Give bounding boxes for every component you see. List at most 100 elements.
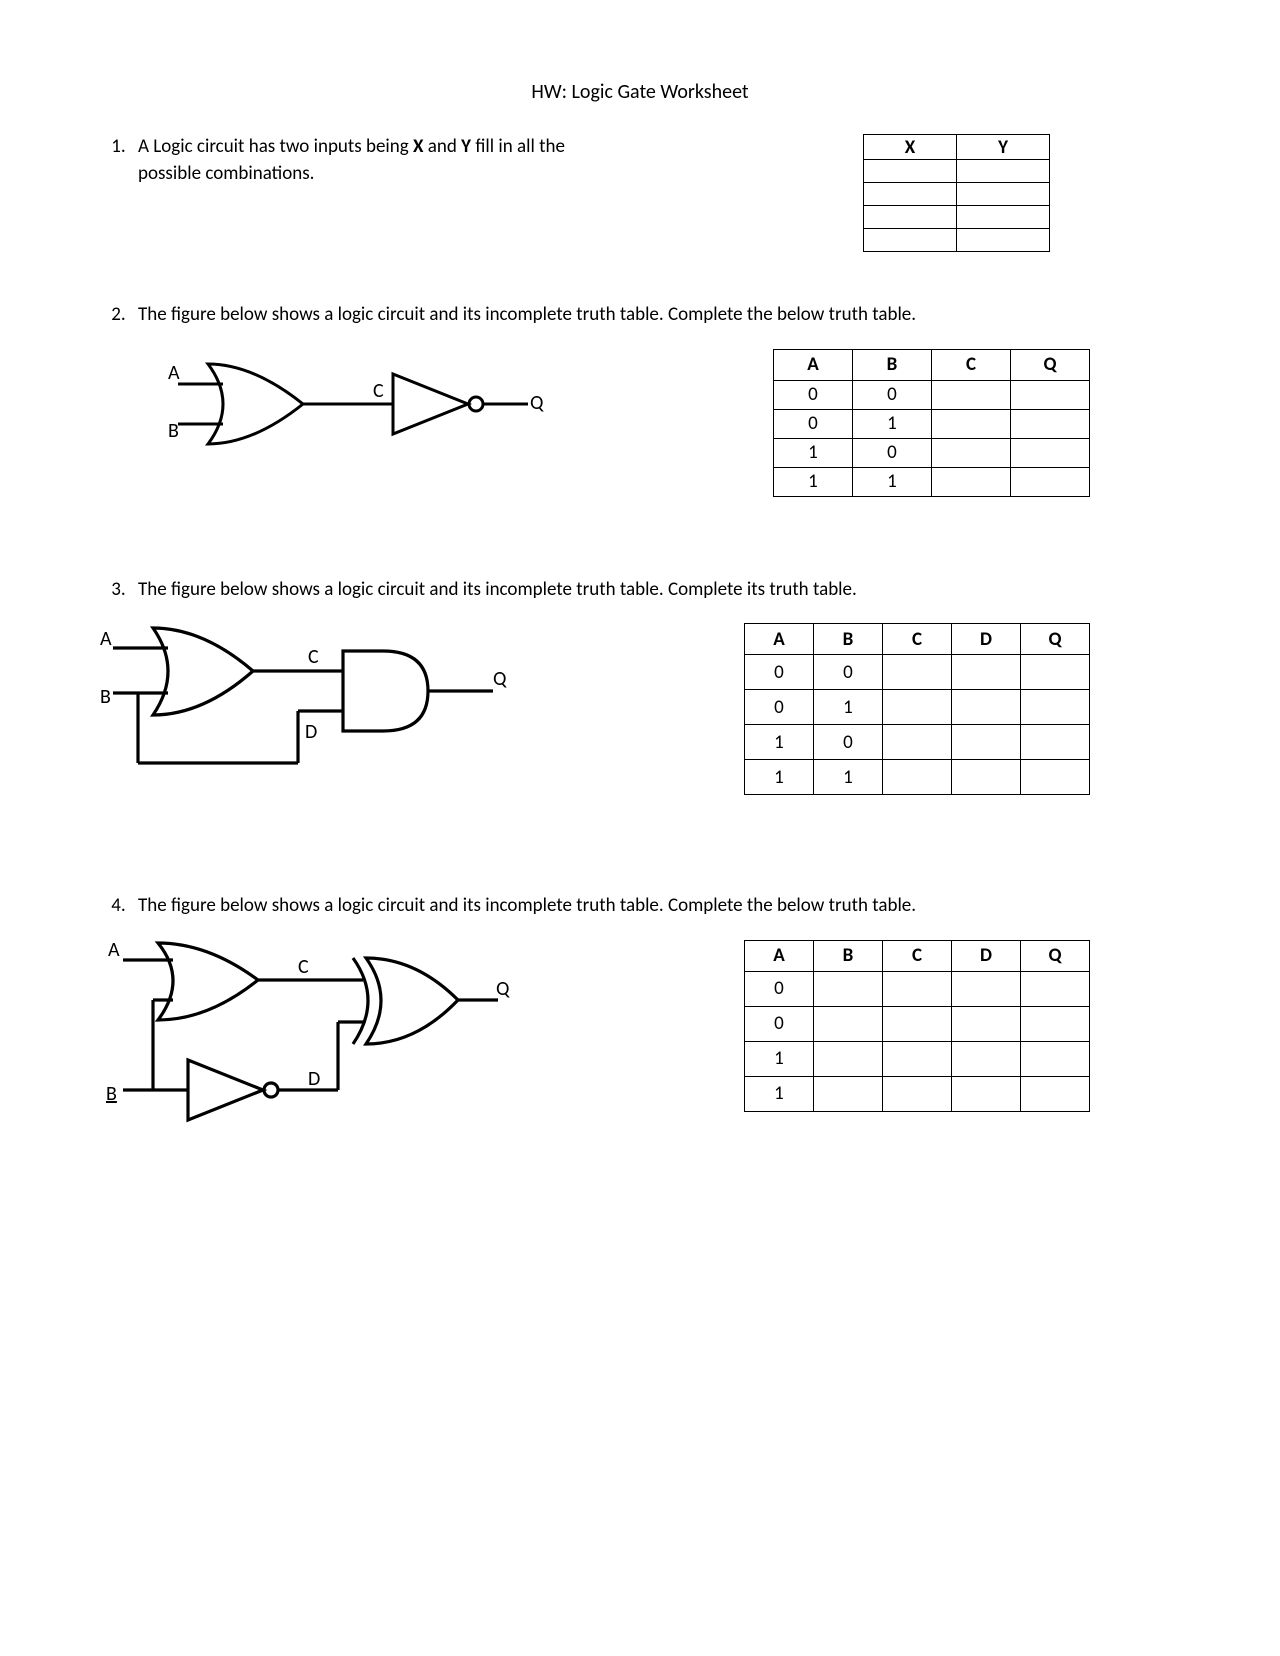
q1-text: A Logic circuit has two inputs being X a… [138,134,598,187]
q1-bold-x: X [413,135,423,158]
question-list: A Logic circuit has two inputs being X a… [90,134,1190,1150]
h: A [745,940,814,971]
q3-truth-table: A B C D Q 00 01 10 11 [744,623,1090,795]
h: C [883,940,952,971]
cell [952,1076,1021,1111]
cell [814,971,883,1006]
cell: 1 [774,467,853,496]
label-q: Q [493,667,507,691]
cell: 0 [745,655,814,690]
h: D [952,940,1021,971]
page-title: HW: Logic Gate Worksheet [90,80,1190,104]
q2-diagram: A B C Q [168,349,548,469]
h: B [814,940,883,971]
q2-text: The figure below shows a logic circuit a… [138,302,1190,329]
h: B [853,349,932,380]
cell [883,1006,952,1041]
cell [864,206,957,229]
cell [1011,438,1090,467]
label-a: A [108,940,120,962]
label-d: D [308,1067,320,1091]
label-b: B [106,1082,117,1106]
q2-truth-table: A B C Q 00 01 10 11 [773,349,1090,497]
cell: 1 [814,760,883,795]
cell [952,725,1021,760]
cell [1021,760,1090,795]
logic-circuit-icon: A B C D Q [98,940,518,1150]
cell: 0 [814,725,883,760]
cell [883,1076,952,1111]
cell [1021,1076,1090,1111]
cell [1011,409,1090,438]
cell [932,409,1011,438]
label-q: Q [530,391,544,415]
cell: 1 [745,760,814,795]
h: D [952,624,1021,655]
cell [952,971,1021,1006]
cell: 0 [814,655,883,690]
cell: 0 [745,971,814,1006]
cell [952,760,1021,795]
cell [883,971,952,1006]
label-b: B [100,685,111,709]
cell [1021,655,1090,690]
cell [1011,380,1090,409]
h: A [774,349,853,380]
h: B [814,624,883,655]
cell [952,1006,1021,1041]
q1-text-a: A Logic circuit has two inputs being [138,135,413,158]
label-q: Q [496,977,510,1001]
q1-h-x: X [864,135,957,160]
q4-text: The figure below shows a logic circuit a… [138,893,1190,920]
cell [957,206,1050,229]
h: Q [1021,624,1090,655]
cell: 1 [745,1076,814,1111]
question-1: A Logic circuit has two inputs being X a… [130,134,1190,252]
cell [1021,725,1090,760]
q4-truth-table: A B C D Q 0 0 1 1 [744,940,1090,1112]
cell [1021,971,1090,1006]
cell [883,1041,952,1076]
cell [932,380,1011,409]
cell [957,229,1050,252]
cell: 0 [853,438,932,467]
q1-mid: and [424,135,462,158]
cell [952,1041,1021,1076]
cell [1011,467,1090,496]
h: C [932,349,1011,380]
cell [864,183,957,206]
cell: 0 [774,380,853,409]
cell [1021,1041,1090,1076]
cell [814,1076,883,1111]
cell: 1 [853,409,932,438]
q4-diagram: A B C D Q [98,940,518,1150]
label-c: C [298,955,309,979]
cell [957,160,1050,183]
cell [883,655,952,690]
cell [883,760,952,795]
question-2: The figure below shows a logic circuit a… [130,302,1190,527]
cell [864,160,957,183]
cell: 0 [853,380,932,409]
logic-circuit-icon: A B C Q [168,349,548,469]
q1-bold-y: Y [461,135,471,158]
cell [952,690,1021,725]
cell: 1 [745,1041,814,1076]
question-4: The figure below shows a logic circuit a… [130,893,1190,1150]
cell [957,183,1050,206]
label-b: B [168,419,179,443]
h: C [883,624,952,655]
cell: 1 [814,690,883,725]
label-a: A [168,361,180,385]
cell [883,725,952,760]
label-d: D [305,720,317,744]
h: Q [1011,349,1090,380]
cell: 1 [774,438,853,467]
cell [1021,1006,1090,1041]
cell [814,1041,883,1076]
label-a: A [100,627,112,651]
cell: 1 [745,725,814,760]
cell [932,438,1011,467]
cell [814,1006,883,1041]
cell: 0 [745,1006,814,1041]
